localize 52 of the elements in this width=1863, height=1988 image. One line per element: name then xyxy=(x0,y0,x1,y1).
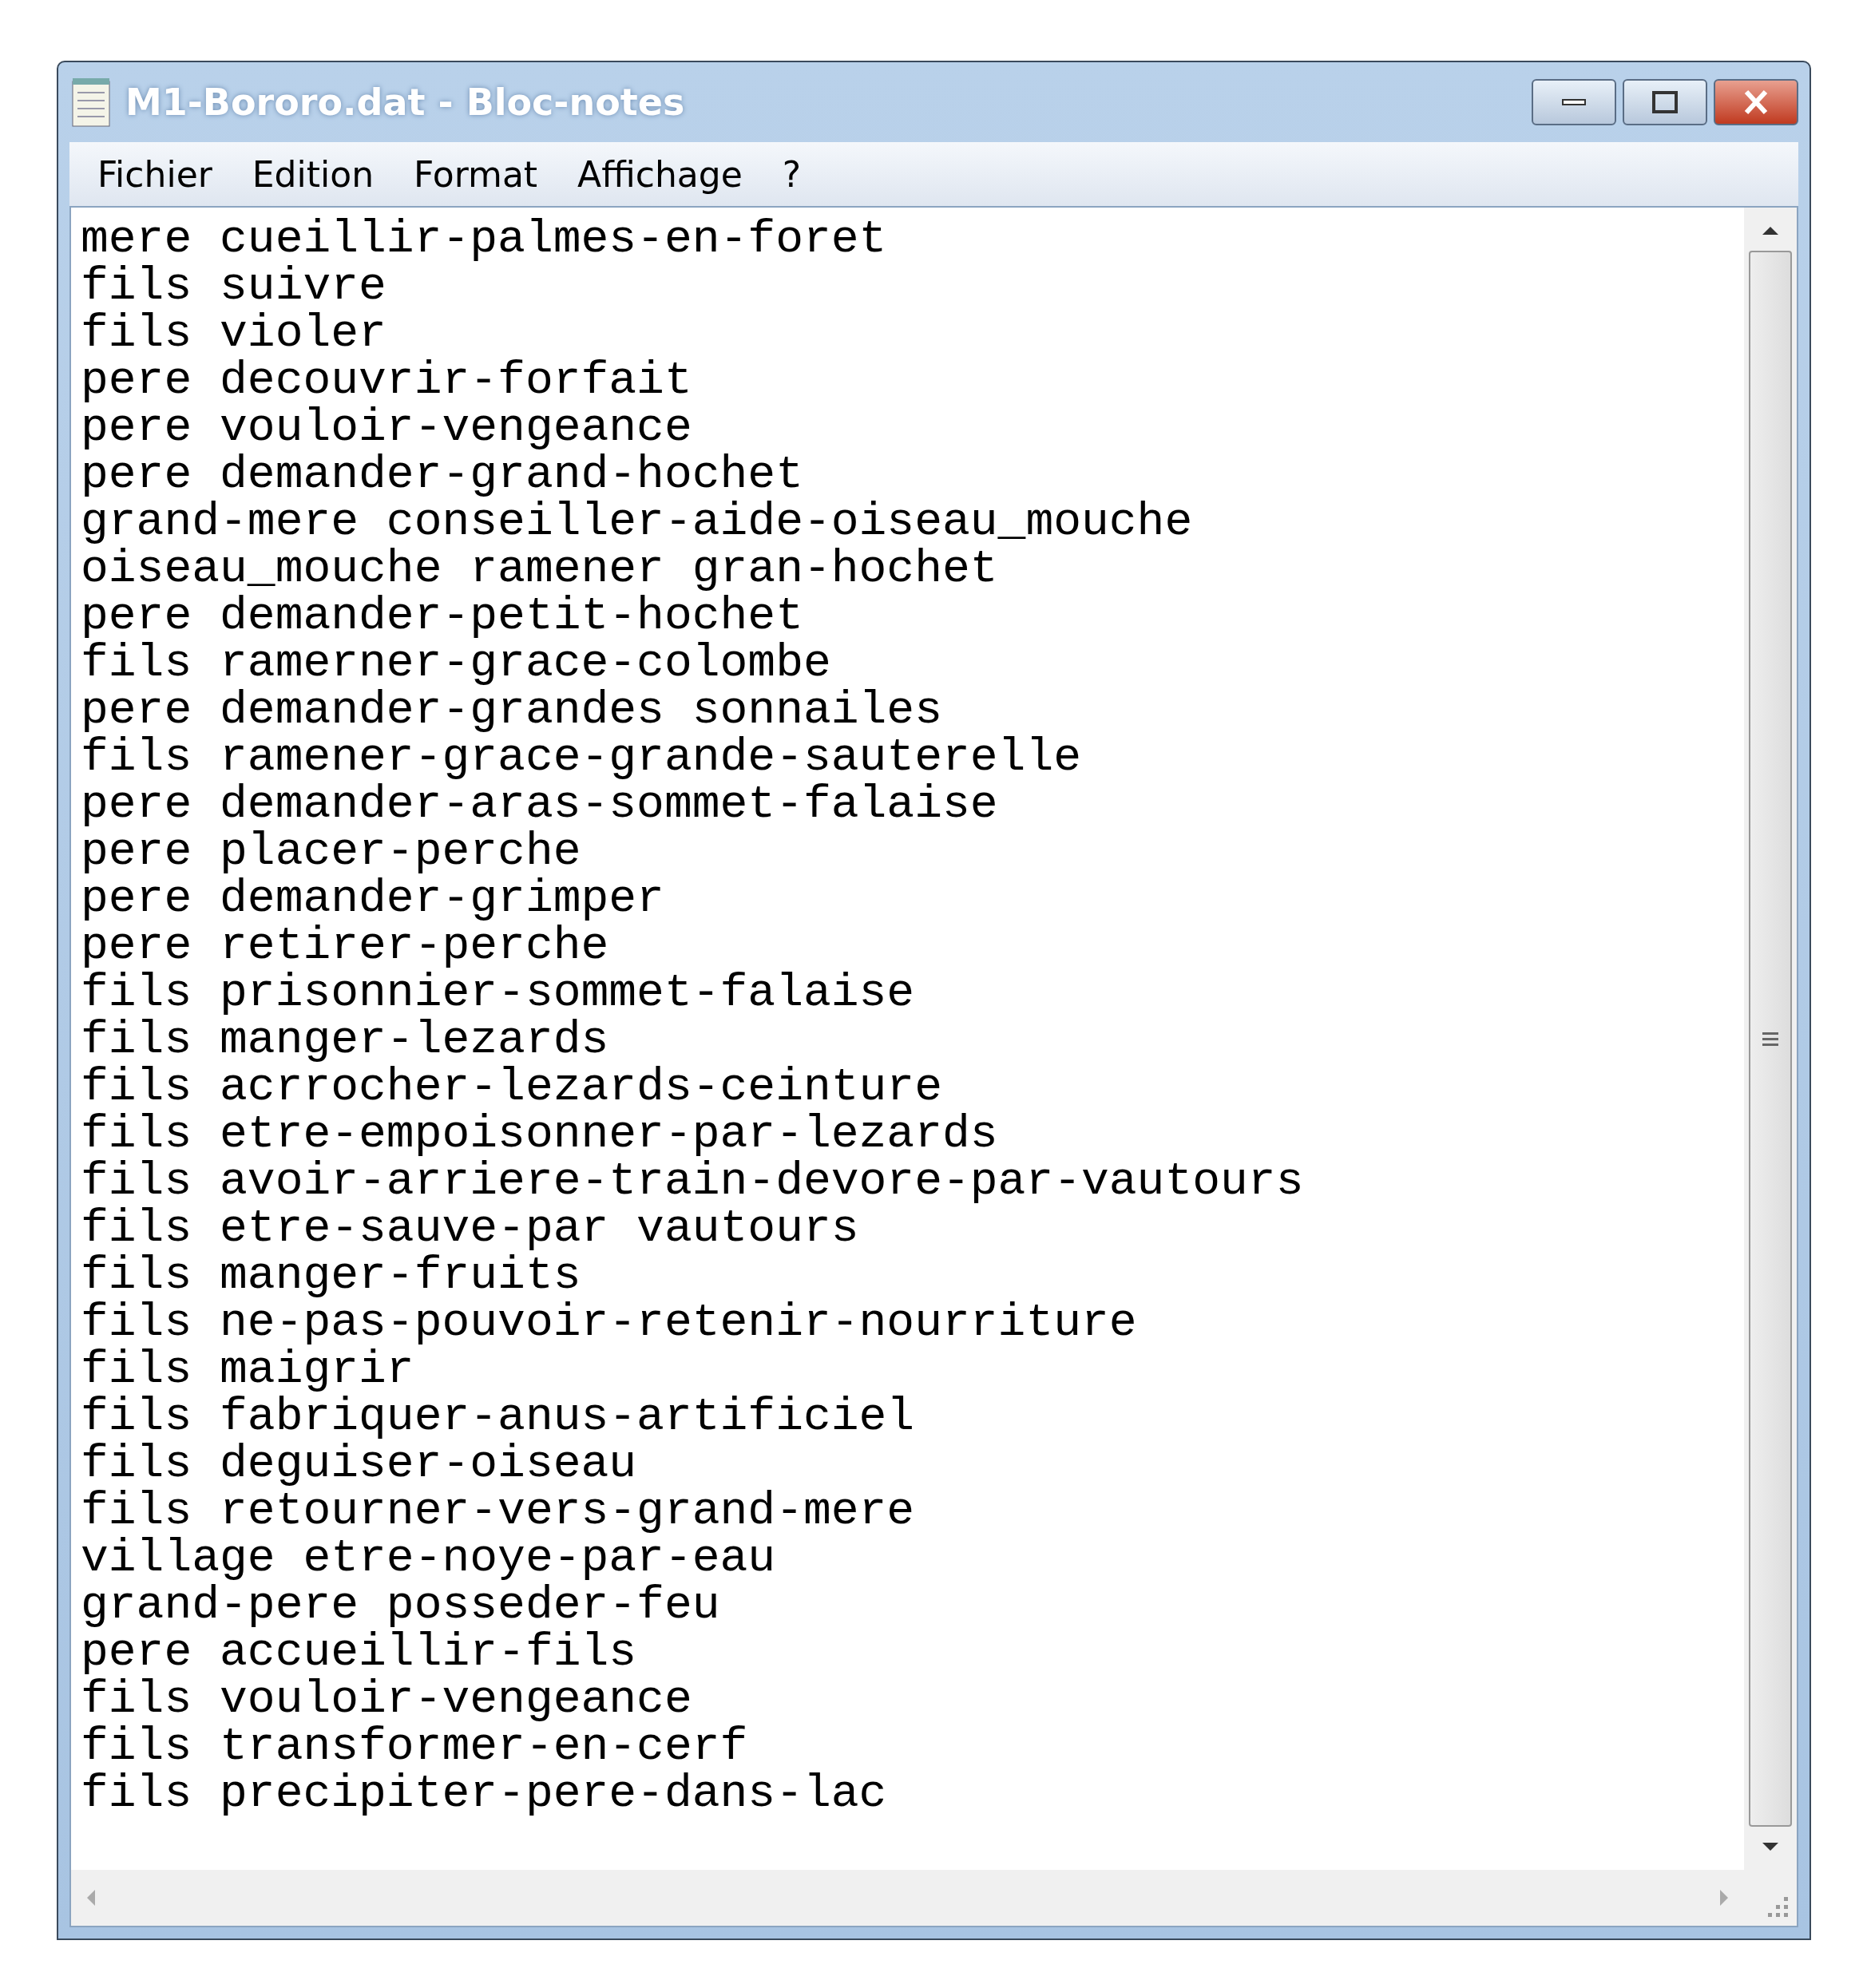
text-line: fils deguiser-oiseau xyxy=(81,1440,637,1487)
text-line: pere vouloir-vengeance xyxy=(81,404,693,451)
maximize-button[interactable] xyxy=(1623,79,1707,125)
text-line: pere placer-perche xyxy=(81,828,582,875)
text-line: fils maigrir xyxy=(81,1346,414,1393)
text-line: fils suivre xyxy=(81,263,386,310)
scroll-down-arrow-icon[interactable] xyxy=(1762,1843,1778,1851)
text-line: oiseau_mouche ramener gran-hochet xyxy=(81,545,999,592)
text-line: fils fabriquer-anus-artificiel xyxy=(81,1393,916,1440)
text-line: fils violer xyxy=(81,310,387,357)
text-line: grand-pere posseder-feu xyxy=(81,1582,720,1629)
menu-item[interactable]: ? xyxy=(762,153,822,195)
text-line: mere cueillir-palmes-en-foret xyxy=(81,216,888,263)
minimize-icon xyxy=(1562,99,1586,105)
minimize-button[interactable] xyxy=(1532,79,1616,125)
text-line: fils ramener-grace-grande-sauterelle xyxy=(81,734,1082,781)
text-line: pere decouvrir-forfait xyxy=(81,357,693,404)
close-button[interactable] xyxy=(1714,79,1798,125)
text-line: fils vouloir-vengeance xyxy=(81,1676,693,1723)
text-line: fils etre-empoisonner-par-lezards xyxy=(81,1111,999,1158)
text-line: pere demander-aras-sommet-falaise xyxy=(81,781,998,828)
text-line: pere demander-grandes sonnailes xyxy=(81,687,943,734)
text-line: fils manger-lezards xyxy=(81,1016,609,1063)
menu-item[interactable]: Affichage xyxy=(557,153,763,195)
text-line: fils acrrocher-lezards-ceinture xyxy=(81,1063,943,1111)
text-line: fils precipiter-pere-dans-lac xyxy=(81,1770,888,1817)
text-line: pere retirer-perche xyxy=(81,922,609,969)
scroll-thumb[interactable] xyxy=(1749,251,1792,1827)
window-title: M1-Bororo.dat - Bloc-notes xyxy=(125,81,686,124)
maximize-icon xyxy=(1652,91,1678,113)
text-line: grand-mere conseiller-aide-oiseau_mouche xyxy=(81,498,1194,545)
text-line: fils manger-fruits xyxy=(81,1252,581,1299)
grip-lines-icon xyxy=(1762,1032,1778,1046)
text-line: pere demander-grand-hochet xyxy=(81,451,804,498)
text-line: pere demander-grimper xyxy=(81,875,665,922)
menu-item[interactable]: Format xyxy=(394,153,558,195)
text-line: village etre-noye-par-eau xyxy=(81,1535,776,1582)
text-line: fils prisonnier-sommet-falaise xyxy=(81,969,916,1016)
text-line: fils retourner-vers-grand-mere xyxy=(81,1487,916,1535)
text-line: fils etre-sauve-par vautours xyxy=(81,1205,859,1252)
text-line: fils transformer-en-cerf xyxy=(81,1723,749,1770)
vertical-scrollbar[interactable] xyxy=(1744,208,1797,1870)
text-line: pere accueillir-fils xyxy=(81,1629,637,1676)
close-icon xyxy=(1744,89,1768,115)
text-line: fils ramerner-grace-colombe xyxy=(81,640,832,687)
menu-item[interactable]: Edition xyxy=(232,153,394,195)
notepad-icon xyxy=(69,77,113,128)
text-line: fils avoir-arriere-train-devore-par-vautours xyxy=(81,1158,1305,1205)
text-line: pere demander-petit-hochet xyxy=(81,592,803,640)
scroll-up-arrow-icon[interactable] xyxy=(1762,227,1778,235)
text-line: fils ne-pas-pouvoir-retenir-nourriture xyxy=(81,1299,1138,1346)
menu-item[interactable]: Fichier xyxy=(77,153,232,195)
